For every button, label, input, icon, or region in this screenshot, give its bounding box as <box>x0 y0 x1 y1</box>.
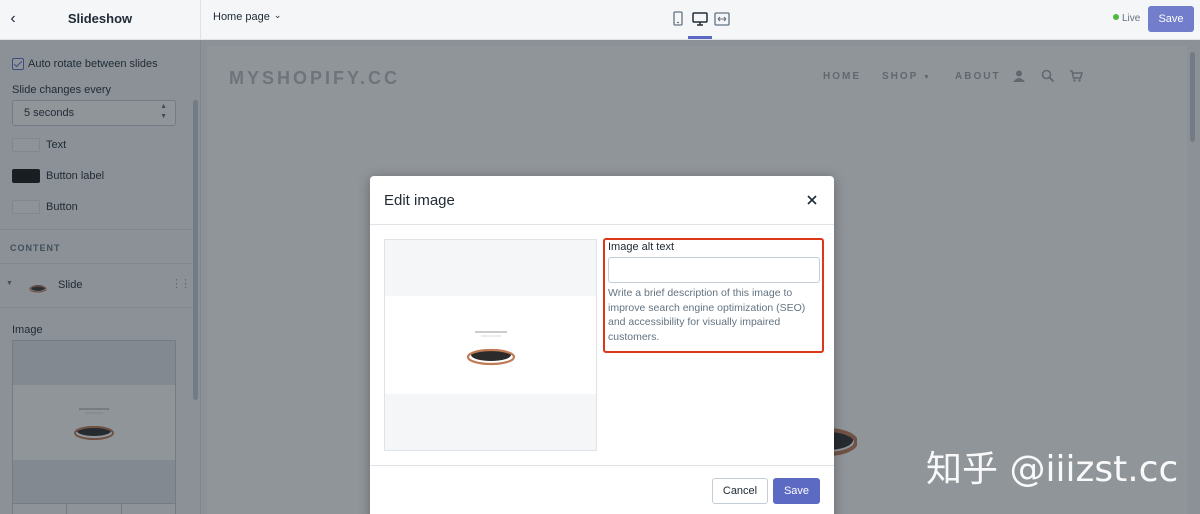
live-dot-icon <box>1113 14 1119 20</box>
page-selector-label: Home page <box>213 11 270 23</box>
divider <box>370 465 834 466</box>
active-view-indicator <box>688 36 712 39</box>
fullscreen-view-icon[interactable] <box>712 10 732 28</box>
save-button[interactable]: Save <box>773 478 820 504</box>
section-title: Slideshow <box>67 11 133 26</box>
live-status-label: Live <box>1122 13 1141 24</box>
dialog-title: Edit image <box>384 192 455 209</box>
divider <box>370 224 834 225</box>
top-bar: Slideshow ‹ Home page ⌄ Live Save <box>0 0 1200 40</box>
back-arrow-icon[interactable]: ‹ <box>6 10 20 28</box>
live-status: Live <box>1113 13 1140 24</box>
image-band-bottom <box>385 394 596 450</box>
alt-text-label: Image alt text <box>608 241 675 253</box>
watermark: 知乎 @iiizst.cc <box>926 449 1179 490</box>
image-preview <box>384 239 597 451</box>
divider <box>200 0 201 40</box>
alt-text-input[interactable] <box>608 257 820 283</box>
mobile-view-icon[interactable] <box>668 10 688 28</box>
desktop-view-icon[interactable] <box>690 10 710 28</box>
save-theme-button[interactable]: Save <box>1148 6 1194 32</box>
cancel-button[interactable]: Cancel <box>712 478 768 504</box>
chevron-down-icon: ⌄ <box>273 10 282 20</box>
alt-text-help: Write a brief description of this image … <box>608 287 806 343</box>
image-band-top <box>385 240 596 296</box>
edit-image-dialog: Edit image Image alt text Write a brief … <box>370 176 834 514</box>
close-icon[interactable] <box>804 192 820 208</box>
watch-image-icon <box>466 331 516 366</box>
page-selector[interactable]: Home page ⌄ <box>213 10 282 23</box>
